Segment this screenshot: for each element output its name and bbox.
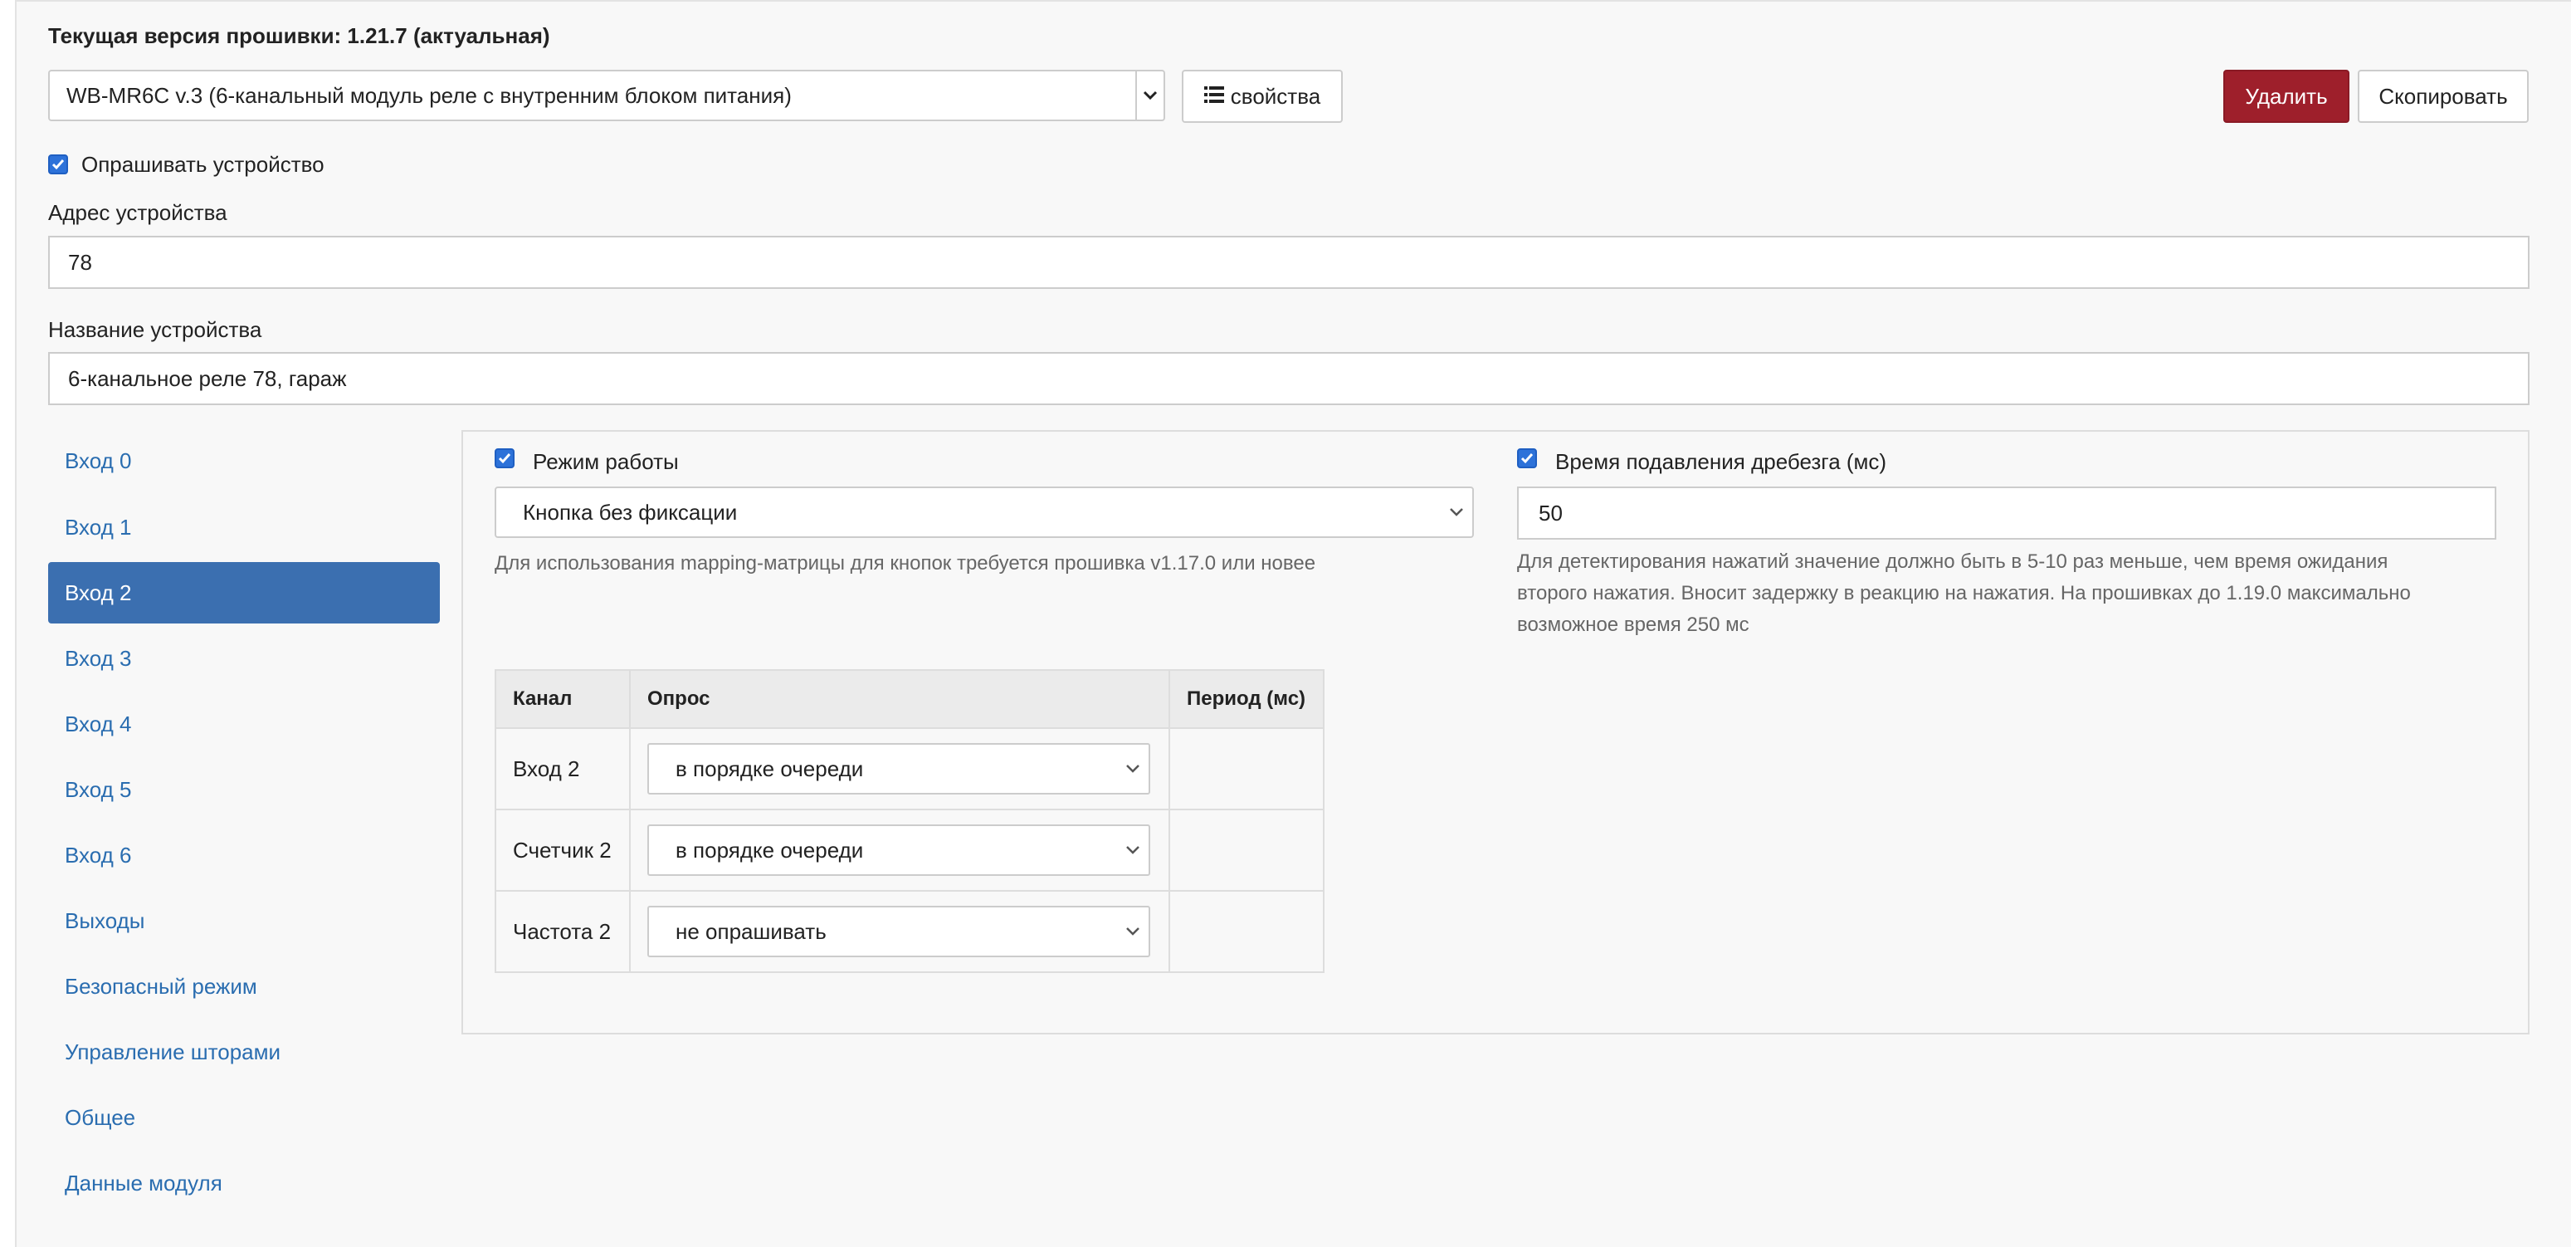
debounce-checkbox[interactable] bbox=[1517, 448, 1537, 468]
poll-cell: не опрашивать bbox=[629, 890, 1170, 973]
channel-name: Частота 2 bbox=[495, 890, 631, 973]
sidebar-item-input-1[interactable]: Вход 1 bbox=[48, 496, 440, 558]
table-row: Счетчик 2 в порядке очереди bbox=[495, 809, 1325, 892]
period-cell[interactable] bbox=[1168, 809, 1325, 892]
check-icon bbox=[1520, 453, 1534, 464]
column-header-channel: Канал bbox=[495, 669, 631, 729]
delete-button[interactable]: Удалить bbox=[2223, 70, 2349, 123]
debounce-label: Время подавления дребезга (мс) bbox=[1555, 449, 1887, 474]
chevron-down-icon bbox=[1126, 846, 1139, 854]
firmware-version-title: Текущая версия прошивки: 1.21.7 (актуаль… bbox=[48, 23, 550, 48]
poll-mode-value: в порядке очереди bbox=[676, 756, 864, 781]
column-header-poll: Опрос bbox=[629, 669, 1170, 729]
period-cell[interactable] bbox=[1168, 890, 1325, 973]
debounce-help-line: возможное время 250 мс bbox=[1517, 614, 1749, 636]
column-header-period: Период (мс) bbox=[1168, 669, 1325, 729]
check-icon bbox=[51, 159, 65, 170]
poll-cell: в порядке очереди bbox=[629, 809, 1170, 892]
table-header-row: Канал Опрос Период (мс) bbox=[495, 669, 1325, 729]
poll-device-label: Опрашивать устройство bbox=[81, 152, 324, 177]
properties-button[interactable]: свойства bbox=[1182, 70, 1343, 123]
poll-device-checkbox[interactable] bbox=[48, 154, 68, 174]
chevron-down-icon bbox=[1450, 508, 1463, 516]
debounce-help-line: Для детектирования нажатий значение долж… bbox=[1517, 550, 2388, 573]
period-cell[interactable] bbox=[1168, 727, 1325, 810]
properties-button-label: свойства bbox=[1230, 83, 1321, 109]
channel-name: Вход 2 bbox=[495, 727, 631, 810]
address-label: Адрес устройства bbox=[48, 200, 227, 225]
channel-polling-table: Канал Опрос Период (мс) Вход 2 в порядке… bbox=[495, 669, 1325, 973]
poll-mode-select[interactable]: не опрашивать bbox=[647, 906, 1150, 957]
debounce-help-text: Для детектирования нажатий значение долж… bbox=[1517, 546, 2513, 641]
chevron-down-icon bbox=[1126, 765, 1139, 773]
sidebar-item-safe-mode[interactable]: Безопасный режим bbox=[48, 956, 440, 1017]
poll-cell: в порядке очереди bbox=[629, 727, 1170, 810]
poll-mode-select[interactable]: в порядке очереди bbox=[647, 743, 1150, 795]
device-name-label: Название устройства bbox=[48, 317, 262, 342]
sidebar-item-outputs[interactable]: Выходы bbox=[48, 890, 440, 951]
sidebar-item-input-4[interactable]: Вход 4 bbox=[48, 693, 440, 755]
chevron-down-icon bbox=[1135, 71, 1164, 120]
poll-mode-select[interactable]: в порядке очереди bbox=[647, 824, 1150, 876]
poll-mode-value: не опрашивать bbox=[676, 918, 827, 944]
debounce-input[interactable]: 50 bbox=[1517, 487, 2496, 540]
mode-help-text: Для использования mapping-матрицы для кн… bbox=[495, 552, 1316, 575]
mode-select[interactable]: Кнопка без фиксации bbox=[495, 487, 1474, 538]
table-row: Частота 2 не опрашивать bbox=[495, 890, 1325, 973]
list-icon bbox=[1203, 84, 1224, 110]
device-name-input[interactable]: 6-канальное реле 78, гараж bbox=[48, 352, 2530, 405]
sidebar-item-module-data[interactable]: Данные модуля bbox=[48, 1152, 440, 1214]
mode-label: Режим работы bbox=[533, 449, 679, 474]
sidebar-item-input-6[interactable]: Вход 6 bbox=[48, 824, 440, 886]
sidebar-item-curtains[interactable]: Управление шторами bbox=[48, 1021, 440, 1083]
device-type-value: WB-MR6C v.3 (6-канальный модуль реле с в… bbox=[66, 82, 792, 108]
copy-button[interactable]: Скопировать bbox=[2358, 70, 2529, 123]
poll-mode-value: в порядке очереди bbox=[676, 837, 864, 863]
sidebar-item-input-3[interactable]: Вход 3 bbox=[48, 628, 440, 689]
sidebar-item-input-0[interactable]: Вход 0 bbox=[48, 430, 440, 491]
debounce-help-line: второго нажатия. Вносит задержку в реакц… bbox=[1517, 582, 2411, 604]
address-input[interactable]: 78 bbox=[48, 236, 2530, 289]
check-icon bbox=[498, 453, 511, 464]
mode-select-value: Кнопка без фиксации bbox=[523, 499, 738, 525]
chevron-down-icon bbox=[1126, 927, 1139, 936]
sidebar-item-general[interactable]: Общее bbox=[48, 1087, 440, 1148]
mode-checkbox[interactable] bbox=[495, 448, 515, 468]
sidebar-item-input-2[interactable]: Вход 2 bbox=[48, 562, 440, 624]
sidebar-item-input-5[interactable]: Вход 5 bbox=[48, 759, 440, 820]
table-row: Вход 2 в порядке очереди bbox=[495, 727, 1325, 810]
device-type-select[interactable]: WB-MR6C v.3 (6-канальный модуль реле с в… bbox=[48, 70, 1165, 121]
channel-name: Счетчик 2 bbox=[495, 809, 631, 892]
